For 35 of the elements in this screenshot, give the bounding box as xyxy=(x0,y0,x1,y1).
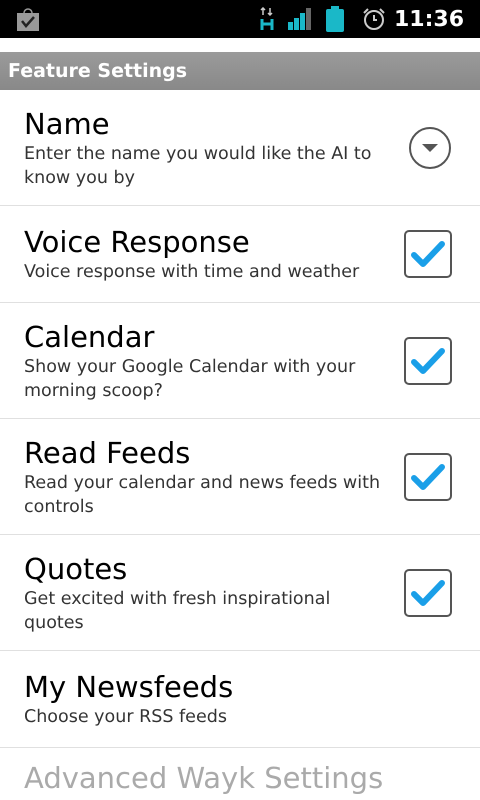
preference-title: Name xyxy=(24,106,111,142)
battery-icon xyxy=(326,6,344,32)
checkbox[interactable] xyxy=(404,336,452,384)
shopping-bag-icon xyxy=(16,7,40,31)
checkbox[interactable] xyxy=(404,452,452,500)
preference-row[interactable]: My Newsfeeds Choose your RSS feeds xyxy=(0,651,480,748)
checkmark-icon xyxy=(411,240,445,268)
preference-row[interactable]: Voice Response Voice response with time and weather xyxy=(0,206,480,303)
preference-summary: Get excited with fresh inspirational quotes xyxy=(24,588,332,634)
preference-row[interactable]: Name Enter the name you would like the AI to know you by xyxy=(0,90,480,206)
preference-title: Calendar xyxy=(24,318,156,354)
checkbox[interactable] xyxy=(404,568,452,616)
preference-row[interactable]: Calendar Show your Google Calendar with your morning scoop? xyxy=(0,303,480,419)
preference-summary: Choose your RSS feeds xyxy=(24,706,228,729)
preference-row[interactable]: Read Feeds Read your calendar and news feeds with controls xyxy=(0,419,480,535)
preference-summary: Read your calendar and news feeds with controls xyxy=(24,472,382,518)
checkmark-icon xyxy=(411,346,445,374)
alarm-clock-icon xyxy=(362,7,386,31)
category-title: Feature Settings xyxy=(8,58,188,84)
checkmark-icon xyxy=(411,462,445,490)
preference-title: Quotes xyxy=(24,550,128,586)
preference-title: Read Feeds xyxy=(24,434,192,470)
checkmark-icon xyxy=(411,578,445,606)
preference-summary: Enter the name you would like the AI to know you by xyxy=(24,142,372,190)
preference-summary: Show your Google Calendar with your morning scoop? xyxy=(24,356,356,402)
preference-summary: Voice response with time and weather xyxy=(24,261,360,284)
preference-row[interactable]: Quotes Get excited with fresh inspirational quotes xyxy=(0,535,480,651)
network-h-icon xyxy=(260,7,274,31)
signal-icon xyxy=(288,8,312,30)
preference-title: Voice Response xyxy=(24,224,251,260)
preference-title: My Newsfeeds xyxy=(24,669,234,705)
clock-time: 11:36 xyxy=(394,6,464,34)
checkbox[interactable] xyxy=(404,230,452,278)
preference-title: Advanced Wayk Settings xyxy=(24,761,384,795)
dropdown-icon[interactable] xyxy=(408,126,452,170)
